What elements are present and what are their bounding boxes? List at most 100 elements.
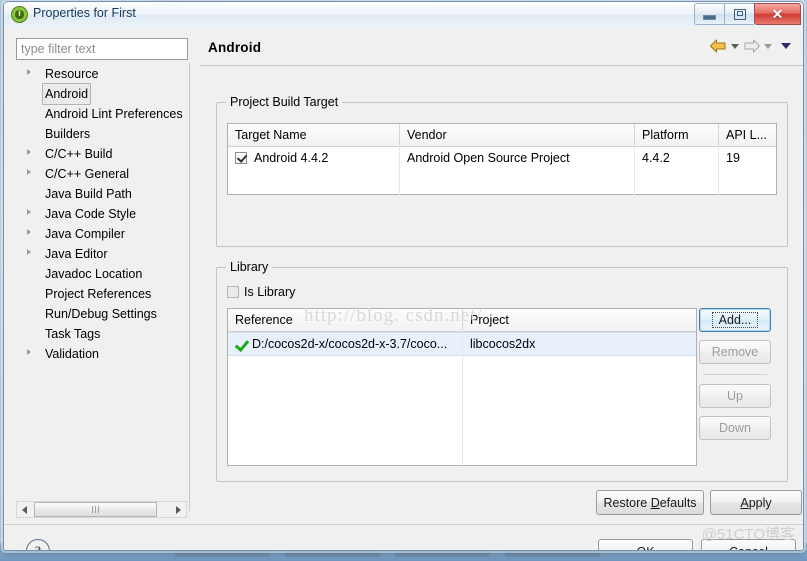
sidebar-item-label: Task Tags <box>45 327 101 341</box>
table-header-row: Reference Project <box>228 309 696 332</box>
sidebar-item-label: Run/Debug Settings <box>45 307 157 321</box>
apply-button[interactable]: Apply <box>710 490 802 515</box>
minimize-button[interactable] <box>694 3 724 25</box>
filter-box[interactable] <box>16 38 188 60</box>
target-checkbox[interactable] <box>235 152 247 164</box>
settings-tree[interactable]: Resource Android Android Lint Preference… <box>16 63 187 493</box>
restore-defaults-label: Restore Defaults <box>603 495 697 510</box>
sidebar-item-label: Java Build Path <box>45 187 132 201</box>
sidebar-item-java-compiler[interactable]: Java Compiler <box>16 223 187 243</box>
project-build-target-group: Project Build Target Target Name Vendor … <box>216 95 788 247</box>
table-header-row: Target Name Vendor Platform API L... <box>228 124 776 147</box>
move-up-button: Up <box>699 384 771 408</box>
properties-dialog: Properties for First ✕ type filter text … <box>3 1 804 551</box>
screen: Properties for First ✕ type filter text … <box>0 0 807 561</box>
chevron-right-icon[interactable] <box>27 69 31 75</box>
is-library-label: Is Library <box>244 285 296 299</box>
column-rule <box>634 145 635 195</box>
sidebar-item-android[interactable]: Android <box>16 83 187 105</box>
is-library-row[interactable]: Is Library <box>227 285 295 299</box>
remove-button-label: Remove <box>711 345 759 359</box>
cancel-button[interactable]: Cancel <box>701 539 796 550</box>
sidebar-item-cpp-build[interactable]: C/C++ Build <box>16 143 187 163</box>
close-icon: ✕ <box>771 6 784 22</box>
scrollbar-thumb[interactable] <box>34 502 157 517</box>
target-name-text: Android 4.4.2 <box>254 151 329 165</box>
move-down-button: Down <box>699 416 771 440</box>
up-button-label: Up <box>727 389 743 403</box>
sidebar-item-label: Android Lint Preferences <box>45 107 183 121</box>
sidebar-item-label: C/C++ Build <box>45 147 113 161</box>
title-bar[interactable]: Properties for First ✕ <box>4 2 803 28</box>
sidebar-item-project-references[interactable]: Project References <box>16 283 187 303</box>
cell-api-level: 19 <box>726 151 740 165</box>
sidebar-item-task-tags[interactable]: Task Tags <box>16 323 187 343</box>
sidebar-item-java-code-style[interactable]: Java Code Style <box>16 203 187 223</box>
chevron-right-icon[interactable] <box>27 349 31 355</box>
eclipse-circle-icon <box>11 6 28 23</box>
reference-text: D:/cocos2d-x/cocos2d-x-3.7/coco... <box>252 337 448 351</box>
group-legend: Library <box>226 260 273 274</box>
chevron-right-icon[interactable] <box>27 149 31 155</box>
navigation-buttons <box>708 37 791 55</box>
back-arrow-icon[interactable] <box>708 37 729 55</box>
build-target-table[interactable]: Target Name Vendor Platform API L... And… <box>227 123 777 195</box>
column-rule <box>462 330 463 466</box>
cell-reference[interactable]: D:/cocos2d-x/cocos2d-x-3.7/coco... <box>228 333 463 355</box>
is-library-checkbox[interactable] <box>227 286 239 298</box>
sidebar-item-validation[interactable]: Validation <box>16 343 187 363</box>
cell-target-name[interactable]: Android 4.4.2 <box>228 147 400 169</box>
sidebar-item-cpp-general[interactable]: C/C++ General <box>16 163 187 183</box>
title-divider <box>200 65 803 66</box>
restore-button[interactable] <box>724 3 754 25</box>
sidebar-item-resource[interactable]: Resource <box>16 63 187 83</box>
chevron-right-icon[interactable] <box>27 249 31 255</box>
sidebar-item-android-lint-preferences[interactable]: Android Lint Preferences <box>16 103 187 123</box>
chevron-right-icon[interactable] <box>27 169 31 175</box>
column-rule <box>399 145 400 195</box>
dialog-body: Resource Android Android Lint Preference… <box>4 27 803 550</box>
forward-arrow-icon <box>741 37 762 55</box>
scrollbar-track[interactable] <box>32 502 171 517</box>
cell-platform: 4.4.2 <box>642 151 670 165</box>
close-button[interactable]: ✕ <box>754 3 801 25</box>
sidebar-item-builders[interactable]: Builders <box>16 123 187 143</box>
checkmark-icon <box>235 338 248 351</box>
restore-icon <box>725 4 754 24</box>
tree-horizontal-scrollbar[interactable] <box>16 501 187 518</box>
sidebar-item-java-build-path[interactable]: Java Build Path <box>16 183 187 203</box>
page-title: Android <box>208 40 262 55</box>
scroll-right-icon[interactable] <box>171 502 186 517</box>
window-controls: ✕ <box>694 3 801 25</box>
sidebar-item-label: Builders <box>45 127 91 141</box>
column-header-vendor[interactable]: Vendor <box>400 124 635 146</box>
chevron-right-icon[interactable] <box>27 229 31 235</box>
group-legend: Project Build Target <box>226 95 343 109</box>
sidebar-item-label: C/C++ General <box>45 167 130 181</box>
chevron-right-icon[interactable] <box>27 209 31 215</box>
table-row[interactable]: Android 4.4.2 Android Open Source Projec… <box>228 147 776 169</box>
scroll-left-icon[interactable] <box>17 502 32 517</box>
ok-button[interactable]: OK <box>598 539 693 550</box>
chevron-down-icon[interactable] <box>731 43 739 49</box>
restore-defaults-button[interactable]: Restore Defaults <box>596 490 704 515</box>
content-panel: Android Project Build Target Target Name… <box>200 27 803 550</box>
add-button[interactable]: Add... <box>699 308 771 332</box>
footer-divider <box>4 524 803 525</box>
column-header-reference[interactable]: Reference <box>228 309 463 331</box>
sidebar-item-javadoc-location[interactable]: Javadoc Location <box>16 263 187 283</box>
help-icon[interactable]: ? <box>26 539 50 550</box>
down-button-label: Down <box>719 421 751 435</box>
add-button-label: Add... <box>711 312 759 328</box>
sidebar-item-java-editor[interactable]: Java Editor <box>16 243 187 263</box>
column-header-api-level[interactable]: API L... <box>719 124 776 146</box>
chevron-down-icon[interactable] <box>781 43 791 49</box>
cell-project: libcocos2dx <box>470 337 536 351</box>
sidebar-item-label: Java Code Style <box>45 207 137 221</box>
sidebar-item-label: Java Editor <box>45 247 108 261</box>
column-header-target-name[interactable]: Target Name <box>228 124 400 146</box>
sidebar-item-run-debug-settings[interactable]: Run/Debug Settings <box>16 303 187 323</box>
search-input[interactable] <box>17 39 187 59</box>
column-header-project[interactable]: Project <box>463 309 696 331</box>
column-header-platform[interactable]: Platform <box>635 124 719 146</box>
